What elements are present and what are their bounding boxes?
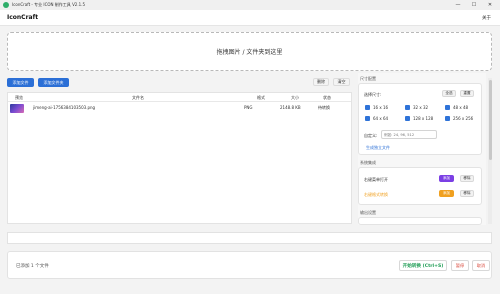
about-link[interactable]: 关于	[482, 15, 491, 21]
size-48-label: 48 x 48	[453, 105, 469, 110]
size-16-label: 16 x 16	[373, 105, 389, 110]
open-menu-label: 右键菜单打开	[364, 177, 388, 182]
single-file-option[interactable]: 生成独立文件	[366, 145, 390, 151]
convert-menu-label: 右键格式转换	[364, 192, 388, 197]
remove-button[interactable]: 删除	[313, 78, 329, 86]
drop-zone[interactable]: 拖拽图片 / 文件夹到这里	[7, 32, 492, 71]
add-folder-button[interactable]: 添加文件夹	[38, 78, 69, 87]
minimize-button[interactable]: —	[451, 0, 465, 10]
sizes-card: 选择尺寸: 全选 重置 16 x 16 32 x 32 48 x 48 64 x…	[358, 83, 482, 155]
size-128-label: 128 x 128	[413, 116, 434, 121]
file-table: 预览 文件名 格式 大小 状态 jimeng-ai-1756384103503.…	[7, 92, 352, 224]
maximize-button[interactable]: ☐	[467, 0, 481, 10]
col-format: 格式	[257, 95, 265, 100]
app-header: IconCraft 关于	[0, 10, 500, 26]
select-all-button[interactable]: 全选	[442, 90, 456, 97]
drop-zone-text: 拖拽图片 / 文件夹到这里	[216, 49, 283, 56]
output-card	[358, 217, 482, 225]
file-thumbnail	[10, 104, 24, 113]
close-button[interactable]: ✕	[483, 0, 497, 10]
scrollbar-thumb[interactable]	[488, 80, 492, 160]
size-16-checkbox[interactable]	[365, 105, 370, 110]
col-filename: 文件名	[132, 95, 144, 100]
file-list-panel: 添加文件 添加文件夹 删除 清空 预览 文件名 格式 大小 状态 jimeng-…	[7, 76, 352, 224]
convert-menu-add-button[interactable]: 添加	[439, 190, 454, 197]
custom-size-input[interactable]	[381, 130, 437, 139]
size-32-label: 32 x 32	[413, 105, 429, 110]
file-status: 待转换	[318, 105, 330, 110]
pause-button[interactable]: 暂停	[451, 260, 469, 271]
status-bar: 已添加 1 个文件 开始转换 (Ctrl+S) 暂停 取消	[7, 251, 492, 279]
custom-size-label: 自定义:	[364, 133, 378, 138]
integration-section-title: 系统集成	[360, 160, 376, 165]
reset-button[interactable]: 重置	[460, 90, 474, 97]
size-48-checkbox[interactable]	[445, 105, 450, 110]
add-file-button[interactable]: 添加文件	[7, 78, 34, 87]
cancel-button[interactable]: 取消	[472, 260, 490, 271]
size-128-checkbox[interactable]	[405, 116, 410, 121]
open-menu-add-button[interactable]: 添加	[439, 175, 454, 182]
col-status: 状态	[323, 95, 331, 100]
file-name: jimeng-ai-1756384103503.png	[33, 105, 96, 110]
output-section-title: 输出设置	[360, 210, 376, 215]
settings-panel: 尺寸配置 选择尺寸: 全选 重置 16 x 16 32 x 32 48 x 48…	[358, 73, 486, 225]
file-format: PNG	[244, 105, 253, 110]
col-preview: 预览	[15, 95, 23, 100]
size-256-checkbox[interactable]	[445, 116, 450, 121]
start-convert-button[interactable]: 开始转换 (Ctrl+S)	[399, 260, 447, 271]
window-title: IconCraft - 专业 ICON 制作工具 V2.1.5	[12, 2, 85, 7]
app-logo-icon	[3, 2, 9, 8]
sizes-section-title: 尺寸配置	[360, 76, 376, 81]
table-row[interactable]: jimeng-ai-1756384103503.png PNG 2148.8 K…	[8, 103, 351, 115]
table-header: 预览 文件名 格式 大小 状态	[8, 93, 351, 102]
file-size: 2148.8 KB	[280, 105, 301, 110]
size-64-checkbox[interactable]	[365, 116, 370, 121]
sizes-label: 选择尺寸:	[364, 92, 382, 97]
clear-button[interactable]: 清空	[333, 78, 350, 86]
progress-area	[7, 232, 492, 244]
integration-card: 右键菜单打开 添加 移除 右键格式转换 添加 移除	[358, 167, 482, 205]
app-name: IconCraft	[7, 14, 39, 21]
window-titlebar: IconCraft - 专业 ICON 制作工具 V2.1.5 — ☐ ✕	[0, 0, 500, 10]
size-64-label: 64 x 64	[373, 116, 389, 121]
open-menu-remove-button[interactable]: 移除	[460, 175, 474, 182]
col-size: 大小	[291, 95, 299, 100]
size-256-label: 256 x 256	[453, 116, 474, 121]
settings-scrollbar[interactable]	[488, 78, 492, 224]
convert-menu-remove-button[interactable]: 移除	[460, 190, 474, 197]
size-32-checkbox[interactable]	[405, 105, 410, 110]
status-text: 已添加 1 个文件	[16, 264, 49, 269]
